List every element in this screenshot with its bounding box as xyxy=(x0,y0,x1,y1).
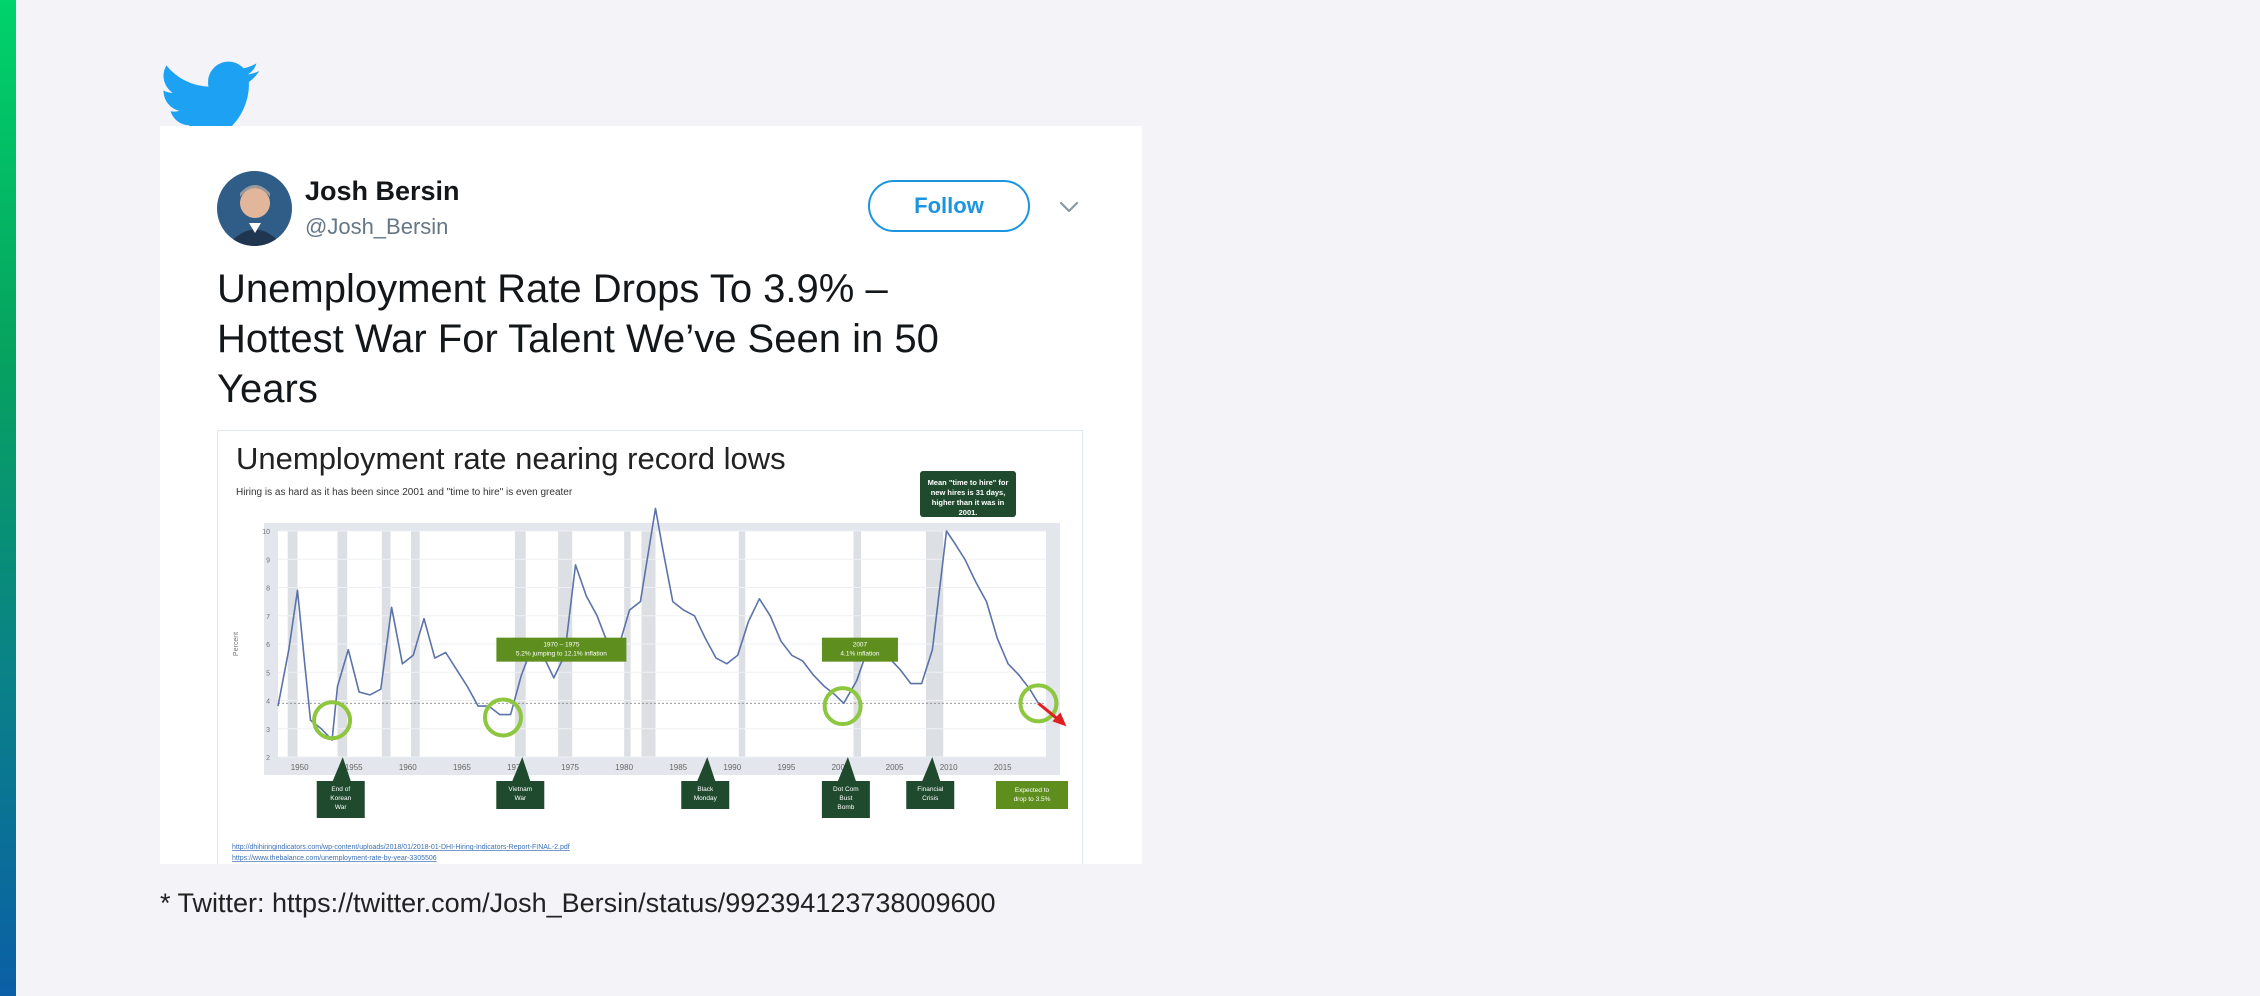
forecast-box xyxy=(996,781,1068,809)
y-tick-label: 2 xyxy=(266,755,270,762)
callout-text: Mean "time to hire" for xyxy=(928,478,1009,487)
x-tick-label: 1990 xyxy=(723,763,741,772)
source-link: http://dhihiringindicators.com/wp-conten… xyxy=(232,844,570,851)
forecast-label: Expected to drop to 3.5% xyxy=(996,781,1068,809)
event-text: Monday xyxy=(694,795,718,802)
source-caption: * Twitter: https://twitter.com/Josh_Bers… xyxy=(160,888,996,918)
avatar[interactable] xyxy=(217,171,292,246)
y-tick-label: 6 xyxy=(266,642,270,649)
callout-text: higher than it was in xyxy=(932,498,1005,507)
annotation-box: 1970 – 1975 5.2% jumping to 12.1% inflati… xyxy=(496,637,627,662)
x-tick-label: 2010 xyxy=(940,763,958,772)
event-text: Vietnam xyxy=(508,786,532,793)
event-text: End of xyxy=(331,786,350,793)
tweet-text: Unemployment Rate Drops To 3.9% – Hottes… xyxy=(217,267,939,411)
chevron-down-icon[interactable] xyxy=(1058,196,1080,218)
y-tick-label: 9 xyxy=(266,557,270,564)
unemployment-chart: Unemployment rate nearing record lows Hi… xyxy=(232,441,1068,862)
x-tick-label: 1980 xyxy=(615,763,633,772)
y-tick-label: 5 xyxy=(266,670,270,677)
chart-subtitle: Hiring is as hard as it has been since 2… xyxy=(236,487,573,498)
x-tick-label: 1995 xyxy=(777,763,795,772)
event-text: Crisis xyxy=(922,795,939,802)
event-text: War xyxy=(514,795,527,802)
callout-text: new hires is 31 days, xyxy=(931,488,1006,497)
y-tick-label: 7 xyxy=(266,614,270,621)
event-text: War xyxy=(335,804,348,811)
event-text: Dot Com xyxy=(833,786,859,793)
x-tick-label: 2005 xyxy=(886,763,904,772)
x-tick-label: 2015 xyxy=(994,763,1012,772)
annotation-text: 1970 – 1975 xyxy=(543,642,580,649)
y-axis-label: Percent xyxy=(233,632,240,656)
plot-area: 23456789101950 1955 1960 1965 1970 1975 1980 19… xyxy=(233,507,1068,818)
event-text: Black xyxy=(697,786,714,793)
y-tick-label: 3 xyxy=(266,727,270,734)
chart-title: Unemployment rate nearing record lows xyxy=(236,441,786,476)
x-tick-label: 1950 xyxy=(291,763,309,772)
follow-button[interactable]: Follow xyxy=(868,180,1030,232)
source-links[interactable]: http://dhihiringindicators.com/wp-conten… xyxy=(232,844,570,862)
event-text: Korean xyxy=(330,795,351,802)
forecast-text: Expected to xyxy=(1015,787,1050,794)
tweet-media-chart[interactable]: Unemployment rate nearing record lows Hi… xyxy=(217,430,1083,864)
annotation-text: 5.2% jumping to 12.1% inflation xyxy=(516,651,607,658)
avatar-image xyxy=(217,171,292,246)
x-tick-label: 1955 xyxy=(345,763,363,772)
event-text: Bomb xyxy=(837,804,854,811)
annotation-text: 4.1% inflation xyxy=(840,651,879,658)
event-text: Financial xyxy=(917,786,944,793)
source-link: https://www.thebalance.com/unemployment-… xyxy=(232,855,437,862)
event-text: Bust xyxy=(839,795,852,802)
left-accent-bar xyxy=(0,0,16,996)
callout-text: 2001. xyxy=(959,508,978,517)
x-tick-label: 1975 xyxy=(561,763,579,772)
author-name[interactable]: Josh Bersin xyxy=(305,176,460,207)
time-to-hire-callout: Mean "time to hire" fornew hires is 31 d… xyxy=(920,471,1016,517)
annotation-box: 2007 4.1% inflation xyxy=(821,637,898,662)
y-tick-label: 8 xyxy=(266,586,270,593)
annotation-text: 2007 xyxy=(853,642,868,649)
y-tick-label: 4 xyxy=(266,699,270,706)
author-handle[interactable]: @Josh_Bersin xyxy=(305,214,448,240)
x-tick-label: 1960 xyxy=(399,763,417,772)
y-tick-label: 10 xyxy=(262,529,270,536)
x-tick-label: 1985 xyxy=(669,763,687,772)
tweet-card: Josh Bersin @Josh_Bersin Follow Unemploy… xyxy=(160,126,1142,864)
x-tick-label: 1965 xyxy=(453,763,471,772)
forecast-text: drop to 3.5% xyxy=(1014,796,1051,803)
